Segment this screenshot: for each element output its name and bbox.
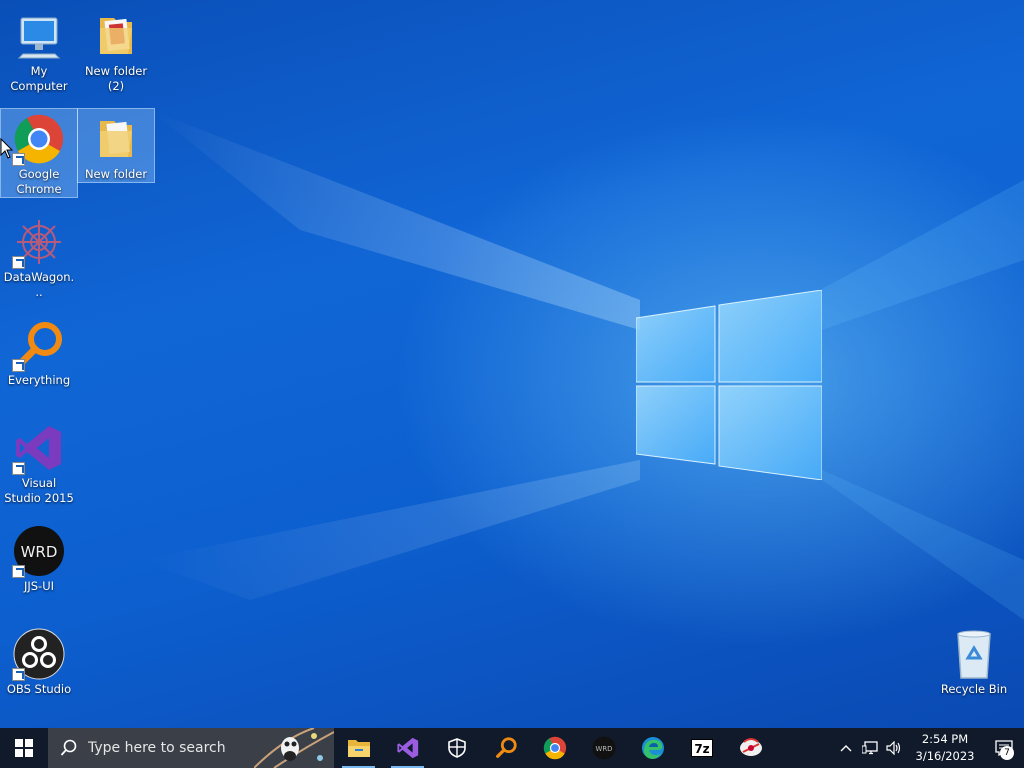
network-button[interactable]: [858, 728, 882, 768]
folder-icon: [90, 113, 142, 165]
obs-icon: [12, 628, 65, 681]
taskbar-app-file-explorer[interactable]: [334, 728, 383, 768]
search-icon: [60, 739, 77, 756]
desktop-icon-recycle-bin[interactable]: Recycle Bin: [936, 624, 1012, 697]
show-hidden-icons-button[interactable]: [834, 728, 858, 768]
mouse-cursor-icon: [0, 138, 14, 159]
desktop-icon-my-computer[interactable]: My Computer: [1, 6, 77, 94]
taskbar-app-google-chrome[interactable]: [530, 728, 579, 768]
shield-icon: [447, 738, 466, 758]
wrd-icon: WRD: [12, 525, 65, 578]
icon-label: Visual Studio 2015: [4, 476, 74, 505]
desktop-icon-visual-studio-2015[interactable]: Visual Studio 2015: [1, 418, 77, 506]
icon-label: JJS-UI: [23, 579, 55, 593]
chevron-up-icon: [840, 745, 852, 752]
icon-label: OBS Studio: [6, 682, 72, 696]
7zip-logo-text: 7z: [694, 742, 709, 756]
desktop-icon-new-folder-2[interactable]: New folder (2): [78, 6, 154, 94]
desktop-icon-jjs-ui[interactable]: WRD JJS-UI: [1, 521, 77, 594]
icon-label: New folder: [84, 167, 148, 181]
chrome-icon: [12, 113, 65, 166]
shortcut-arrow-icon: [12, 359, 25, 372]
clock-time: 2:54 PM: [921, 732, 969, 746]
icon-label: DataWagon...: [3, 270, 75, 299]
shortcut-arrow-icon: [12, 565, 25, 578]
taskbar-app-7zip[interactable]: 7z: [677, 728, 726, 768]
shortcut-arrow-icon: [12, 462, 25, 475]
icon-label: My Computer: [10, 64, 68, 93]
shortcut-arrow-icon: [12, 668, 25, 681]
computer-icon: [13, 10, 65, 62]
visual-studio-icon: [12, 422, 65, 475]
icon-label: Google Chrome: [16, 167, 62, 196]
edge-icon: [641, 737, 664, 759]
taskbar-app-wrd[interactable]: WRD: [579, 728, 628, 768]
search-placeholder: Type here to search: [88, 740, 226, 756]
icon-label: Recycle Bin: [940, 682, 1008, 696]
taskbar-app-misc[interactable]: [726, 728, 775, 768]
taskbar-app-visual-studio[interactable]: [383, 728, 432, 768]
shortcut-arrow-icon: [12, 256, 25, 269]
recycle-bin-icon: [948, 628, 1000, 680]
app-icon: [739, 738, 762, 756]
taskbar-search-box[interactable]: Type here to search: [48, 728, 334, 768]
everything-icon: [12, 319, 65, 372]
icon-label: New folder (2): [84, 64, 148, 93]
notification-count-badge: 7: [1000, 746, 1014, 760]
wrd-icon: WRD: [591, 736, 616, 760]
file-explorer-icon: [347, 740, 370, 757]
datawagon-icon: [12, 216, 65, 269]
windows-start-icon: [15, 739, 33, 757]
desktop-icon-new-folder[interactable]: New folder: [77, 108, 155, 183]
chrome-icon: [543, 736, 566, 760]
clock[interactable]: 2:54 PM 3/16/2023: [906, 731, 984, 765]
desktop-icon-datawagon[interactable]: DataWagon...: [1, 212, 77, 300]
search-highlight-illustration-icon: [254, 728, 334, 768]
desktop[interactable]: My Computer New folder (2) Google Chrome…: [0, 0, 1024, 728]
action-center-button[interactable]: 7: [984, 728, 1024, 768]
taskbar: Type here to search WRD 7z 2:54 PM 3/16/…: [0, 728, 1024, 768]
system-tray: 2:54 PM 3/16/2023 7: [834, 728, 1024, 768]
taskbar-app-microsoft-edge[interactable]: [628, 728, 677, 768]
7zip-icon: 7z: [690, 739, 713, 757]
wrd-logo-text: WRD: [21, 543, 58, 561]
taskbar-app-windows-security[interactable]: [432, 728, 481, 768]
network-icon: [862, 741, 878, 755]
speaker-icon: [886, 741, 901, 755]
folder-icon: [90, 10, 142, 62]
icon-label: Everything: [7, 373, 71, 387]
taskbar-app-everything[interactable]: [481, 728, 530, 768]
start-button[interactable]: [0, 728, 48, 768]
wrd-logo-text: WRD: [595, 745, 612, 753]
desktop-icon-everything[interactable]: Everything: [1, 315, 77, 388]
everything-icon: [495, 737, 517, 758]
volume-button[interactable]: [882, 728, 906, 768]
visual-studio-icon: [396, 737, 418, 759]
desktop-icon-obs-studio[interactable]: OBS Studio: [1, 624, 77, 697]
clock-date: 3/16/2023: [915, 749, 975, 763]
